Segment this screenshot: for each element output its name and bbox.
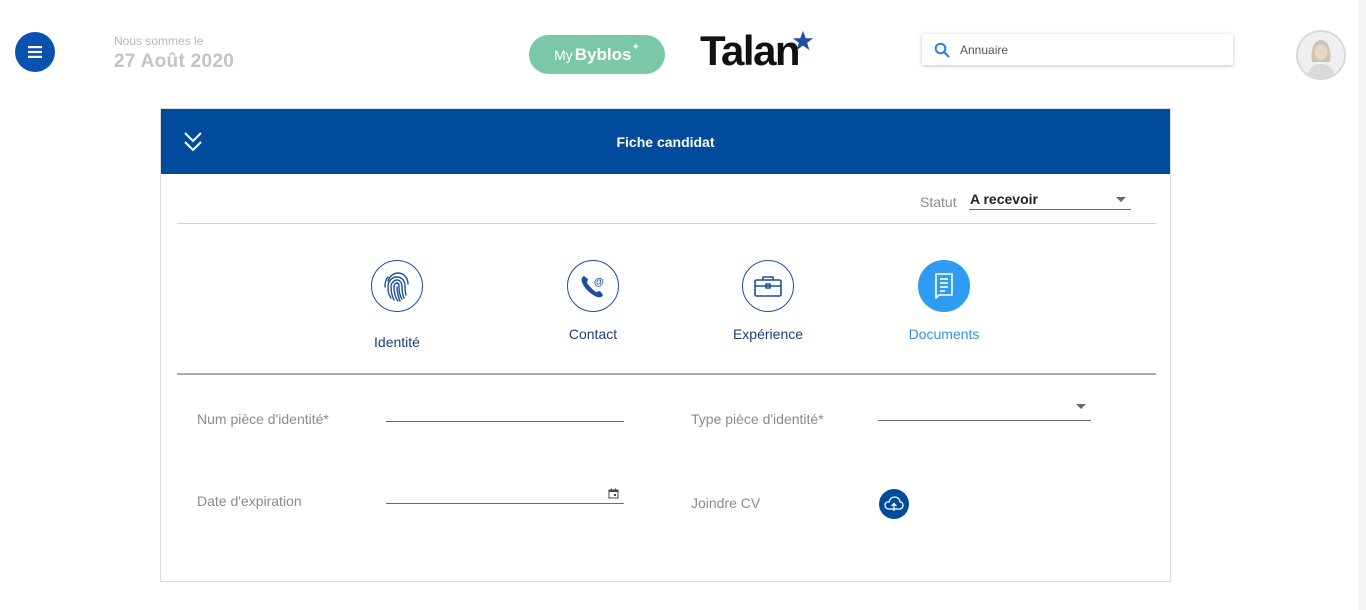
status-select[interactable]: A recevoir [969,188,1131,210]
star-icon [792,30,814,51]
directory-search[interactable] [922,34,1233,65]
user-avatar[interactable] [1296,30,1346,80]
cloud-upload-icon [884,496,904,511]
status-value: A recevoir [970,191,1038,207]
id-number-label: Num pièce d'identité* [197,411,329,427]
card-title: Fiche candidat [616,133,715,150]
step-identite-circle [371,260,423,312]
talan-logo: Talan [700,27,814,74]
id-number-input[interactable] [386,402,624,422]
svg-text:@: @ [594,277,604,288]
step-experience-circle [742,260,794,312]
hamburger-icon [28,46,42,58]
status-row: Statut A recevoir [177,184,1156,224]
step-experience[interactable]: Expérience [723,260,813,342]
menu-button[interactable] [15,32,55,72]
step-documents-circle [918,260,970,312]
step-identite[interactable]: Identité [357,260,437,350]
card-header: Fiche candidat [161,109,1170,174]
step-experience-label: Expérience [732,326,804,342]
mybyblos-byblos-label: Byblos [574,44,632,64]
phone-at-icon: @ [581,276,604,298]
date-value: 27 Août 2020 [114,51,235,72]
star-icon: ✦ [631,42,640,53]
step-contact[interactable]: @ Contact [553,260,633,342]
page-scrollbar[interactable] [1358,0,1366,610]
id-type-label: Type pièce d'identité* [691,411,824,427]
status-label: Statut [920,194,957,210]
double-chevron-down-icon[interactable] [183,131,203,153]
user-photo-icon [1298,32,1344,78]
document-icon [935,273,953,299]
step-contact-circle: @ [567,260,619,312]
brand-name: Talan [700,27,801,74]
attach-cv-button[interactable] [879,489,909,519]
tabs-divider [177,373,1156,375]
step-documents-label: Documents [908,326,980,342]
search-icon [934,42,950,58]
mybyblos-my-label: My [554,46,573,63]
date-caption: Nous sommes le [114,34,204,48]
step-contact-label: Contact [568,326,618,342]
page: Nous sommes le 27 Août 2020 My Byblos ✦ … [0,0,1366,610]
candidate-card: Fiche candidat Statut A recevoir Identit… [160,108,1171,582]
search-input[interactable] [960,42,1220,57]
current-date: Nous sommes le 27 Août 2020 [114,34,234,73]
step-identite-label: Identité [374,334,420,350]
id-type-select[interactable] [878,401,1091,421]
chevron-down-icon [1076,404,1086,409]
fingerprint-icon [384,272,409,302]
attach-cv-label: Joindre CV [691,495,761,511]
step-documents[interactable]: Documents [899,260,989,342]
expiration-date-input[interactable] [386,484,624,504]
briefcase-icon [754,276,782,297]
calendar-icon[interactable] [608,488,619,499]
expiration-date-label: Date d'expiration [197,493,302,509]
chevron-down-icon [1116,197,1126,202]
mybyblos-button[interactable]: My Byblos ✦ [529,35,665,74]
